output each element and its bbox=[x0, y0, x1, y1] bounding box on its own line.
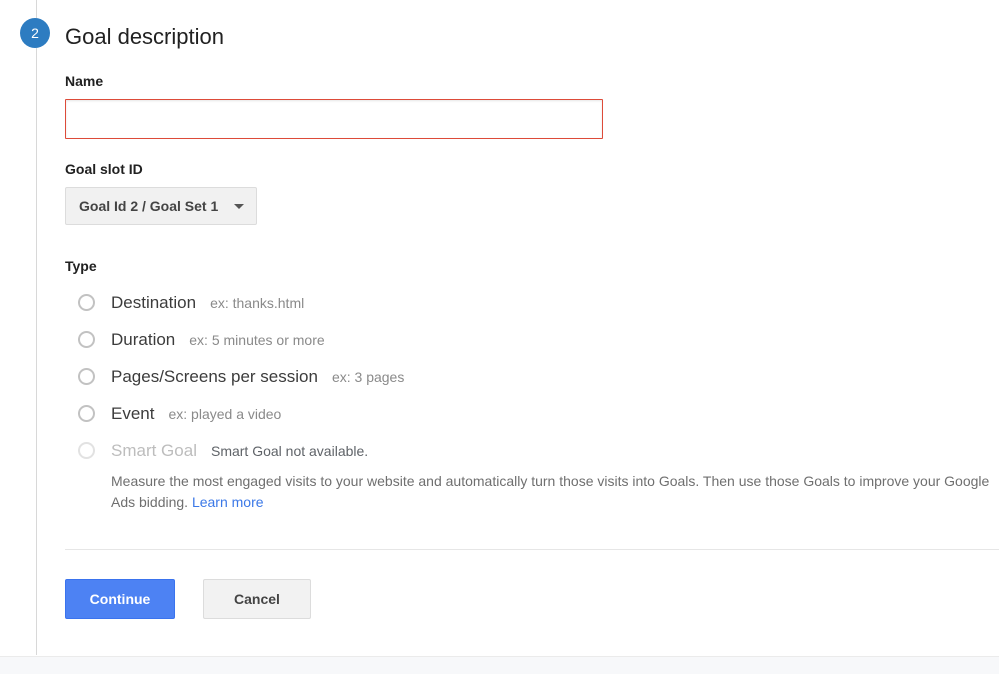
radio-icon-destination[interactable] bbox=[78, 294, 95, 311]
name-input[interactable] bbox=[65, 99, 603, 139]
name-field-label: Name bbox=[65, 73, 104, 89]
radio-row-duration[interactable]: Duration ex: 5 minutes or more bbox=[65, 321, 999, 358]
radio-label-event: Event bbox=[111, 403, 155, 423]
radio-hint-destination: ex: thanks.html bbox=[210, 294, 305, 311]
goal-slot-id-selected-value: Goal Id 2 / Goal Set 1 bbox=[79, 198, 219, 214]
continue-button[interactable]: Continue bbox=[65, 579, 175, 619]
goal-slot-id-label: Goal slot ID bbox=[65, 161, 143, 177]
form-divider bbox=[65, 549, 999, 550]
step-rail-line bbox=[36, 0, 37, 655]
radio-hint-pages-screens-per-session: ex: 3 pages bbox=[331, 368, 405, 385]
radio-label-destination: Destination bbox=[111, 292, 197, 312]
footer-band bbox=[0, 656, 999, 674]
type-label: Type bbox=[65, 258, 97, 274]
radio-row-destination[interactable]: Destination ex: thanks.html bbox=[65, 284, 999, 321]
radio-hint-event: ex: played a video bbox=[168, 405, 282, 422]
goal-description-panel: Goal description Name Goal slot ID Goal … bbox=[65, 0, 999, 619]
smart-goal-description: Measure the most engaged visits to your … bbox=[111, 471, 991, 513]
type-radio-group: Destination ex: thanks.html Duration ex:… bbox=[65, 284, 999, 513]
goal-slot-id-dropdown[interactable]: Goal Id 2 / Goal Set 1 bbox=[65, 187, 258, 225]
radio-label-pages-screens-per-session: Pages/Screens per session bbox=[111, 366, 318, 386]
radio-row-smart-goal: Smart Goal Smart Goal not available. bbox=[65, 432, 999, 469]
page-title: Goal description bbox=[65, 24, 224, 49]
chevron-down-icon bbox=[234, 203, 245, 209]
radio-hint-duration: ex: 5 minutes or more bbox=[189, 331, 325, 348]
form-actions: Continue Cancel bbox=[65, 579, 999, 619]
radio-label-duration: Duration bbox=[111, 329, 176, 349]
radio-row-pages-screens-per-session[interactable]: Pages/Screens per session ex: 3 pages bbox=[65, 358, 999, 395]
radio-label-smart-goal: Smart Goal bbox=[111, 440, 197, 460]
radio-hint-smart-goal: Smart Goal not available. bbox=[210, 442, 369, 459]
smart-goal-learn-more-link[interactable]: Learn more bbox=[192, 494, 264, 510]
step-number-badge: 2 bbox=[20, 18, 50, 48]
radio-icon-duration[interactable] bbox=[78, 331, 95, 348]
radio-icon-smart-goal bbox=[78, 442, 95, 459]
radio-icon-event[interactable] bbox=[78, 405, 95, 422]
radio-icon-pages-screens-per-session[interactable] bbox=[78, 368, 95, 385]
radio-row-event[interactable]: Event ex: played a video bbox=[65, 395, 999, 432]
cancel-button[interactable]: Cancel bbox=[203, 579, 311, 619]
